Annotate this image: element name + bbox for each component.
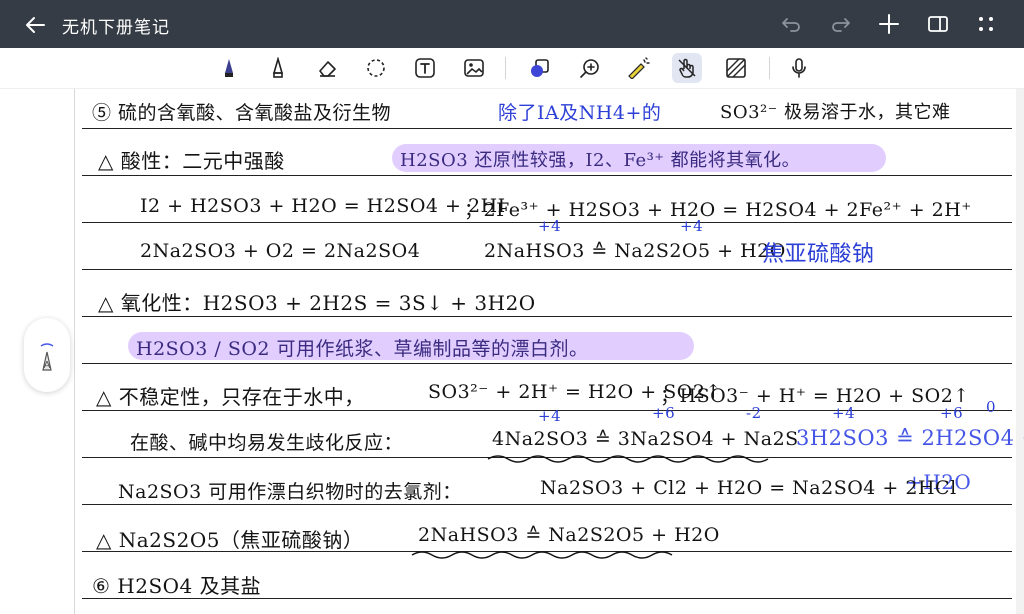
oxidation-state-mark: 0 [986, 398, 997, 416]
note-oxidizing-property: △ 氧化性：H2SO3 + 2H2S = 3S↓ + 3H2O [98, 291, 536, 315]
note-title: 无机下册笔记 [62, 18, 170, 37]
undo-icon [782, 18, 800, 32]
oxidation-state-mark: +6 [940, 404, 964, 422]
note-acidity: △ 酸性：二元中强酸 [98, 149, 285, 173]
hand-touch-icon [678, 58, 696, 78]
lasso-tool[interactable] [361, 53, 391, 83]
pen-icon [225, 59, 233, 77]
oxidation-state-mark: +6 [652, 404, 676, 422]
note-annotation: 3H2SO3 ≙ 2H2SO4 + S [796, 426, 1024, 450]
ruled-line [82, 316, 1012, 317]
zoom-tool[interactable] [575, 53, 605, 83]
oxidation-state-mark: +4 [680, 217, 704, 235]
page-edge [1016, 89, 1024, 614]
note-equation: I2 + H2SO3 + H2O = H2SO4 + 2HI [140, 195, 506, 217]
add-icon [879, 14, 899, 34]
ruled-line [82, 128, 1012, 129]
oxidation-state-mark: -2 [746, 404, 762, 422]
pen-handle-label: A [43, 359, 51, 371]
image-tool[interactable] [459, 53, 489, 83]
oxidation-state-mark: +4 [832, 404, 856, 422]
ruled-line [82, 504, 1012, 505]
more-icon [979, 17, 993, 31]
note-disproportionation: 在酸、碱中均易发生歧化反应： [130, 432, 404, 454]
hatch-icon [726, 58, 746, 78]
shape-tool[interactable] [525, 53, 555, 83]
note-annotation: 除了IA及NH4+的 [498, 102, 662, 124]
text-tool[interactable] [410, 53, 440, 83]
text-box-icon [415, 58, 435, 78]
more-button[interactable] [971, 9, 1001, 39]
eraser-icon [319, 61, 336, 77]
redo-button[interactable] [826, 9, 856, 39]
wavy-underline [411, 551, 673, 559]
lasso-icon [367, 59, 385, 77]
note-annotation: 焦亚硫酸钠 [762, 242, 875, 267]
floating-pen-handle[interactable]: A [24, 318, 70, 392]
note-equation: 2NaHSO3 ≙ Na2S2O5 + H2O [484, 240, 786, 262]
oxidation-state-mark: +4 [538, 407, 562, 425]
note-instability: △ 不稳定性，只存在于水中， [96, 385, 365, 409]
note-sodium-metabisulfite: △ Na2S2O5（焦亚硫酸钠） [96, 528, 364, 552]
eraser-tool[interactable] [312, 53, 342, 83]
pencil-icon [272, 57, 284, 78]
pattern-tool[interactable] [721, 53, 751, 83]
image-icon [464, 59, 484, 77]
note-dechlorinating-agent: Na2SO3 可用作漂白织物时的去氯剂： [118, 481, 462, 503]
note-equation: 2Na2SO3 + O2 = 2Na2SO4 [140, 240, 421, 262]
note-equation: ；HSO3⁻ + H⁺ = H2O + SO2↑ [660, 385, 970, 407]
ruled-line [82, 175, 1012, 176]
page-margin-line [74, 89, 75, 614]
toolbar-divider [769, 57, 770, 79]
redo-icon [832, 18, 850, 32]
tool-bar [0, 48, 1024, 89]
back-button[interactable] [20, 10, 50, 40]
zoom-in-icon [580, 59, 599, 78]
voice-tool[interactable] [784, 53, 814, 83]
note-highlighted-text: H2SO3 还原性较强，I2、Fe³⁺ 都能将其氧化。 [400, 150, 801, 171]
note-equation: 4Na2SO3 ≙ 3Na2SO4 + Na2S [492, 428, 799, 450]
add-page-button[interactable] [874, 9, 904, 39]
microphone-icon [792, 58, 806, 78]
note-annotation: SO3²⁻ 极易溶于水，其它难 [720, 102, 951, 123]
panel-icon [928, 16, 948, 32]
ruled-line [82, 363, 1012, 364]
laser-tool[interactable] [623, 53, 653, 83]
note-equation: 2NaHSO3 ≙ Na2S2O5 + H2O [418, 524, 720, 546]
back-arrow-icon [26, 17, 45, 33]
title-bar: 无机下册笔记 [0, 0, 1024, 48]
note-equation: Na2SO3 + Cl2 + H2O = Na2SO4 + 2HCl [540, 477, 957, 499]
note-heading-sulfur-oxyacids: ⑤ 硫的含氧酸、含氧酸盐及衍生物 [92, 102, 392, 124]
panel-toggle-button[interactable] [923, 9, 953, 39]
hand-tool[interactable] [672, 53, 702, 83]
note-heading-sulfuric-acid: ⑥ H2SO4 及其盐 [92, 574, 262, 598]
oxidation-state-mark: +4 [538, 217, 562, 235]
wavy-underline [487, 455, 769, 463]
pencil-tool[interactable] [263, 53, 293, 83]
note-highlighted-text: H2SO3 / SO2 可用作纸浆、草编制品等的漂白剂。 [136, 338, 589, 360]
undo-button[interactable] [776, 9, 806, 39]
shapes-icon [531, 59, 549, 77]
ruled-line [82, 269, 1012, 270]
toolbar-divider [505, 57, 506, 79]
laser-pointer-icon [628, 57, 650, 79]
pen-tool[interactable] [214, 53, 244, 83]
